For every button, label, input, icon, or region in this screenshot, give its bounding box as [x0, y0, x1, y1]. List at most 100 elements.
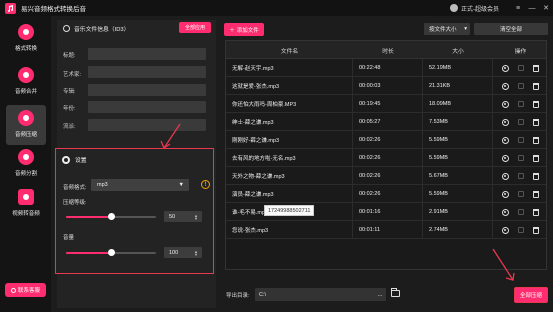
table-row[interactable]: 无解-赵天宇.mp3 00:22:48 52.19MB — [226, 59, 546, 77]
album-field-label: 专辑: — [63, 89, 76, 95]
column-header-size[interactable]: 大小 — [423, 41, 493, 59]
table-row[interactable]: 绅士-薛之谦.mp3 00:05:27 7.53MB — [226, 113, 546, 131]
table-row[interactable]: 您说-张杰.mp3 00:01:11 2.74MB — [226, 221, 546, 239]
delete-icon[interactable] — [533, 226, 540, 234]
sidebar-item-video-to-audio[interactable]: 视频转音频 — [6, 184, 46, 224]
play-icon[interactable] — [501, 226, 509, 234]
play-icon[interactable] — [501, 100, 509, 108]
table-row[interactable]: 刚刚好-薛之谦.mp3 00:02:26 5.59MB — [226, 131, 546, 149]
compression-slider-fill — [66, 216, 111, 218]
sidebar-item-label: 音频分割 — [14, 171, 37, 177]
open-folder-icon[interactable] — [517, 227, 524, 233]
file-name-cell: 去有风的地方啦-无名.mp3 — [226, 149, 353, 167]
sidebar-item-audio-merge[interactable]: 音频合并 — [6, 62, 46, 102]
compression-slider-handle[interactable] — [107, 213, 115, 220]
delete-icon[interactable] — [533, 136, 540, 144]
play-icon[interactable] — [501, 118, 509, 126]
apply-all-button[interactable]: 全部应用 — [179, 22, 211, 33]
sort-select-value: 按文件大小 — [429, 27, 457, 33]
table-row[interactable]: 谁-毛不易.mp3 00:01:16 2.91MB 17249988502711 — [226, 203, 546, 221]
open-folder-icon[interactable] — [517, 83, 524, 89]
sidebar-item-label: 音频压缩 — [14, 132, 37, 138]
column-header-actions: 操作 — [514, 48, 527, 55]
compression-slider[interactable] — [66, 213, 156, 220]
table-row[interactable]: 去有风的地方啦-无名.mp3 00:02:26 5.59MB — [226, 149, 546, 167]
table-row[interactable]: 你还怕大雨吗-周柏豪.MP3 00:19:45 18.09MB — [226, 95, 546, 113]
genre-field[interactable] — [88, 119, 206, 131]
open-folder-icon[interactable] — [517, 209, 524, 215]
export-dir-value: C:\ — [259, 291, 267, 298]
contact-support-button[interactable]: 联系客服 — [5, 283, 46, 297]
compress-all-button[interactable]: 全部压缩 — [514, 287, 548, 303]
column-header-duration[interactable]: 时长 — [353, 41, 423, 59]
user-status-label[interactable]: 正式-超级会员 — [461, 4, 499, 13]
user-avatar-icon[interactable] — [450, 4, 458, 12]
play-icon[interactable] — [501, 208, 509, 216]
clear-all-button[interactable]: 清空全部 — [474, 23, 548, 35]
year-field[interactable] — [88, 101, 206, 113]
sort-select[interactable]: 按文件大小 ▾ — [424, 23, 470, 35]
warning-icon[interactable]: ! — [201, 180, 210, 189]
id3-title-text: 音乐文件信息（ID3） — [74, 27, 130, 33]
row-actions — [493, 221, 548, 239]
title-field[interactable] — [88, 48, 206, 60]
file-name-cell: 你还怕大雨吗-周柏豪.MP3 — [226, 95, 353, 113]
sidebar-item-label: 音频合并 — [14, 89, 37, 95]
open-folder-icon[interactable] — [517, 101, 524, 107]
minimize-icon[interactable]: — — [525, 0, 539, 16]
volume-slider-handle[interactable] — [107, 249, 115, 256]
export-dir-field[interactable]: C:\ — [255, 288, 386, 301]
sidebar-item-format-convert[interactable]: 格式转换 — [6, 19, 46, 59]
play-icon[interactable] — [501, 136, 509, 144]
compression-stepper[interactable]: 50 ▲ ▼ — [164, 211, 202, 222]
delete-icon[interactable] — [533, 64, 540, 72]
open-folder-icon[interactable] — [517, 65, 524, 71]
play-icon[interactable] — [501, 82, 509, 90]
delete-icon[interactable] — [533, 154, 540, 162]
menu-icon[interactable]: ≡ — [511, 0, 525, 16]
delete-icon[interactable] — [533, 190, 540, 198]
browse-button[interactable]: ... — [374, 288, 386, 301]
open-folder-icon[interactable] — [517, 191, 524, 197]
folder-icon[interactable] — [391, 288, 400, 297]
stepper-arrows-icon[interactable]: ▲ ▼ — [194, 213, 198, 220]
video-to-audio-icon — [18, 189, 34, 205]
file-table: 文件名 时长 大小 操作 无解-赵天宇.mp3 00:22:48 52.19MB 这就… — [225, 40, 547, 270]
album-field[interactable] — [88, 84, 206, 96]
duration-cell: 00:02:26 — [353, 131, 423, 149]
play-icon[interactable] — [501, 154, 509, 162]
play-icon[interactable] — [501, 190, 509, 198]
sidebar-item-label: 格式转换 — [14, 46, 37, 52]
duration-cell: 00:00:03 — [353, 77, 423, 95]
app-logo-icon — [5, 2, 16, 14]
volume-slider-fill — [66, 252, 111, 254]
delete-icon[interactable] — [533, 208, 540, 216]
close-icon[interactable]: ✕ — [539, 0, 553, 16]
delete-icon[interactable] — [533, 172, 540, 180]
open-folder-icon[interactable] — [517, 137, 524, 143]
open-folder-icon[interactable] — [517, 173, 524, 179]
volume-slider[interactable] — [66, 249, 156, 256]
duration-cell: 00:01:16 — [353, 203, 423, 221]
delete-icon[interactable] — [533, 82, 540, 90]
table-row[interactable]: 天外之物-薛之谦.mp3 00:02:26 5.67MB — [226, 167, 546, 185]
delete-icon[interactable] — [533, 118, 540, 126]
open-folder-icon[interactable] — [517, 155, 524, 161]
compression-value: 50 — [169, 213, 176, 220]
table-row[interactable]: 这就是爱-张杰.mp3 00:00:03 21.31KB — [226, 77, 546, 95]
stepper-arrows-icon[interactable]: ▲ ▼ — [194, 249, 198, 256]
column-header-filename[interactable]: 文件名 — [226, 41, 353, 59]
sidebar-item-audio-compress[interactable]: 音频压缩 — [6, 105, 46, 145]
play-icon[interactable] — [501, 172, 509, 180]
row-actions — [493, 167, 548, 185]
artist-field[interactable] — [88, 66, 206, 78]
format-select[interactable]: mp3 ▼ — [91, 179, 189, 191]
open-folder-icon[interactable] — [517, 119, 524, 125]
volume-stepper[interactable]: 100 ▲ ▼ — [164, 247, 202, 258]
sidebar-item-audio-split[interactable]: 音频分割 — [6, 144, 46, 184]
add-file-button[interactable]: ＋ 添加文件 — [224, 23, 264, 36]
table-row[interactable]: 演员-薛之谦.mp3 00:02:26 5.59MB — [226, 185, 546, 203]
play-icon[interactable] — [501, 64, 509, 72]
delete-icon[interactable] — [533, 100, 540, 108]
size-cell: 21.31KB — [423, 77, 493, 95]
